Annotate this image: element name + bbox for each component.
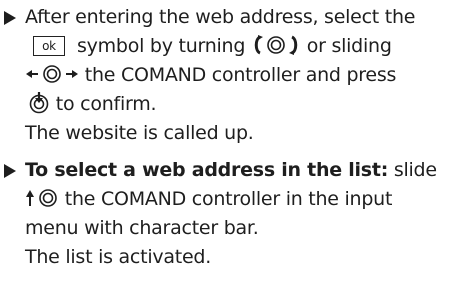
instruction-2-line-1: To select a web address in the list: sli… [25, 157, 437, 184]
instruction-1-text-controller: the COMAND controller and press [84, 64, 397, 86]
instruction-2-heading: To select a web address in the list: [25, 159, 389, 181]
instruction-2-line-2: the COMAND controller in the input [25, 186, 392, 213]
instruction-1-result: The website is called up. [25, 120, 254, 147]
controller-slide-left-right-icon [26, 64, 78, 83]
instruction-2-text-menu: menu with character bar. [25, 217, 259, 239]
instruction-1-line-4: to confirm. [28, 91, 157, 118]
instruction-1-text: After entering the web address, select t… [25, 6, 416, 28]
instruction-2-text-slide: slide [393, 159, 437, 181]
instruction-1-text-turn: symbol by turning [77, 35, 246, 57]
bullet-arrow-icon [4, 164, 16, 178]
instruction-1-text-slide: or sliding [306, 35, 392, 57]
instruction-2-result: The list is activated. [25, 244, 211, 271]
instruction-1-line-3: the COMAND controller and press [25, 62, 396, 89]
instruction-1-text-confirm: to confirm. [55, 93, 157, 115]
controller-turn-icon [254, 34, 298, 55]
controller-slide-up-icon [26, 188, 57, 207]
instruction-2-text-controller: the COMAND controller in the input [64, 188, 393, 210]
manual-page: After entering the web address, select t… [0, 0, 461, 286]
bullet-arrow-icon [4, 11, 16, 25]
instruction-2-line-3: menu with character bar. [25, 215, 259, 242]
ok-key-icon: ok [33, 35, 65, 56]
instruction-1-line-2: ok symbol by turning or sliding [27, 33, 392, 60]
instruction-1-result-text: The website is called up. [25, 122, 254, 144]
instruction-2-result-text: The list is activated. [25, 246, 211, 268]
instruction-1-line-1: After entering the web address, select t… [25, 4, 415, 31]
controller-press-icon [29, 91, 49, 113]
